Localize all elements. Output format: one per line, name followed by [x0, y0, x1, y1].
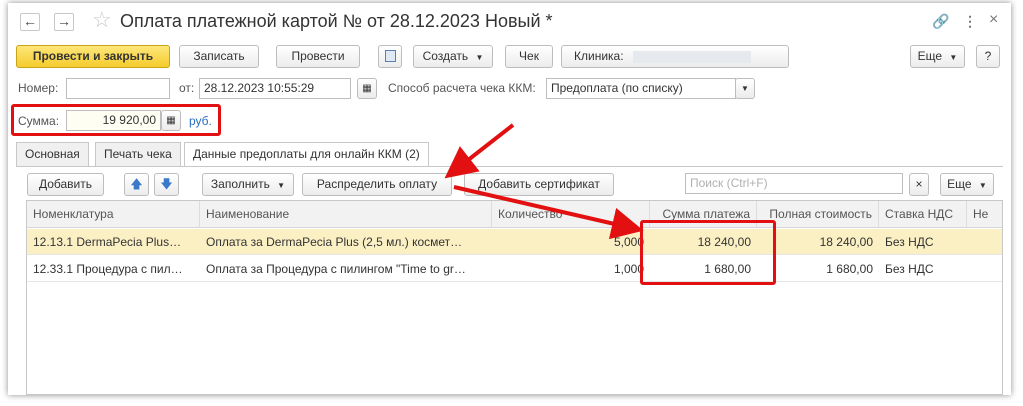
- save-button[interactable]: Записать: [179, 45, 259, 68]
- distribute-payment-button[interactable]: Распределить оплату: [302, 173, 452, 196]
- prepayment-table[interactable]: Номенклатура Наименование Количество Сум…: [26, 200, 1003, 395]
- check-button[interactable]: Чек: [505, 45, 553, 68]
- cell-quantity: 1,000: [613, 262, 644, 276]
- add-certificate-button[interactable]: Добавить сертификат: [464, 173, 614, 196]
- tab-divider: [16, 166, 1003, 167]
- add-row-button[interactable]: Добавить: [27, 173, 104, 196]
- payment-sum-highlight-box: [640, 220, 776, 285]
- date-field[interactable]: 28.12.2023 10:55:29: [199, 78, 351, 99]
- chevron-down-icon: ▼: [277, 181, 286, 190]
- sum-highlight-box: [11, 104, 221, 136]
- chevron-down-icon[interactable]: ▼: [735, 78, 755, 99]
- cell-name: Оплата за Процедура с пилингом "Time to …: [206, 262, 466, 276]
- create-label: Создать: [422, 49, 469, 63]
- move-down-icon[interactable]: 🡇: [154, 173, 179, 196]
- cell-nomenclature: 12.13.1 DermaPecia Plus…: [33, 235, 182, 249]
- chevron-down-icon: ▼: [949, 53, 958, 62]
- table-header: Номенклатура Наименование Количество Сум…: [27, 201, 1002, 228]
- more-vertical-icon[interactable]: ⋮: [963, 13, 977, 30]
- cell-quantity: 5,000: [613, 235, 644, 249]
- fill-label: Заполнить: [210, 177, 270, 191]
- table-row[interactable]: 12.13.1 DermaPecia Plus… Оплата за Derma…: [27, 229, 1002, 255]
- post-and-close-button[interactable]: Провести и закрыть: [16, 45, 170, 68]
- cell-name: Оплата за DermaPecia Plus (2,5 мл.) косм…: [206, 235, 463, 249]
- column-header-nomenclature[interactable]: Номенклатура: [27, 201, 200, 228]
- post-button[interactable]: Провести: [276, 45, 360, 68]
- payment-method-label: Способ расчета чека ККМ:: [388, 81, 536, 95]
- payment-method-select[interactable]: Предоплата (по списку): [546, 78, 736, 99]
- table-more-button[interactable]: Еще ▼: [940, 173, 994, 196]
- number-field[interactable]: [66, 78, 170, 99]
- more-button[interactable]: Еще ▼: [910, 45, 965, 68]
- link-icon[interactable]: 🔗: [932, 13, 949, 30]
- move-up-icon[interactable]: 🡅: [124, 173, 149, 196]
- table-more-label: Еще: [947, 177, 972, 191]
- title-bar: ← → ☆ Оплата платежной картой № от 28.12…: [8, 3, 1011, 41]
- chevron-down-icon: ▼: [978, 181, 987, 190]
- tab-main[interactable]: Основная: [16, 142, 89, 166]
- clinic-button[interactable]: Клиника:: [561, 45, 789, 68]
- calendar-icon[interactable]: ▦: [357, 78, 377, 99]
- tab-check-print[interactable]: Печать чека: [95, 142, 181, 166]
- column-header-vat-rate[interactable]: Ставка НДС: [879, 201, 967, 228]
- clinic-blurred-value: [632, 50, 751, 63]
- report-icon-button[interactable]: [378, 45, 402, 68]
- fill-dropdown-button[interactable]: Заполнить ▼: [202, 173, 294, 196]
- help-button[interactable]: ?: [976, 45, 1000, 68]
- forward-button[interactable]: →: [54, 13, 74, 31]
- date-label: от:: [179, 81, 195, 95]
- close-icon[interactable]: ×: [989, 11, 998, 29]
- number-label: Номер:: [18, 81, 59, 95]
- search-input[interactable]: Поиск (Ctrl+F): [685, 173, 903, 194]
- back-button[interactable]: ←: [20, 13, 40, 31]
- favorite-star-icon[interactable]: ☆: [92, 9, 112, 31]
- column-header-quantity[interactable]: Количество: [492, 201, 650, 228]
- arrow-to-distribute-button: [444, 123, 515, 179]
- more-label: Еще: [917, 49, 943, 63]
- cell-vat-rate: Без НДС: [885, 235, 934, 249]
- report-icon: [384, 50, 396, 62]
- cell-nomenclature: 12.33.1 Процедура с пил…: [33, 262, 183, 276]
- column-header-name[interactable]: Наименование: [200, 201, 492, 228]
- clinic-label: Клиника:: [574, 49, 624, 63]
- tab-prepayment-data[interactable]: Данные предоплаты для онлайн ККМ (2): [184, 142, 429, 167]
- column-header-truncated[interactable]: Не: [967, 201, 1002, 228]
- create-dropdown-button[interactable]: Создать ▼: [413, 45, 493, 68]
- table-row[interactable]: 12.33.1 Процедура с пил… Оплата за Проце…: [27, 256, 1002, 282]
- document-window: ← → ☆ Оплата платежной картой № от 28.12…: [8, 3, 1011, 395]
- cell-vat-rate: Без НДС: [885, 262, 934, 276]
- page-title: Оплата платежной картой № от 28.12.2023 …: [120, 11, 553, 31]
- clear-search-icon[interactable]: ×: [909, 173, 929, 196]
- chevron-down-icon: ▼: [475, 53, 484, 62]
